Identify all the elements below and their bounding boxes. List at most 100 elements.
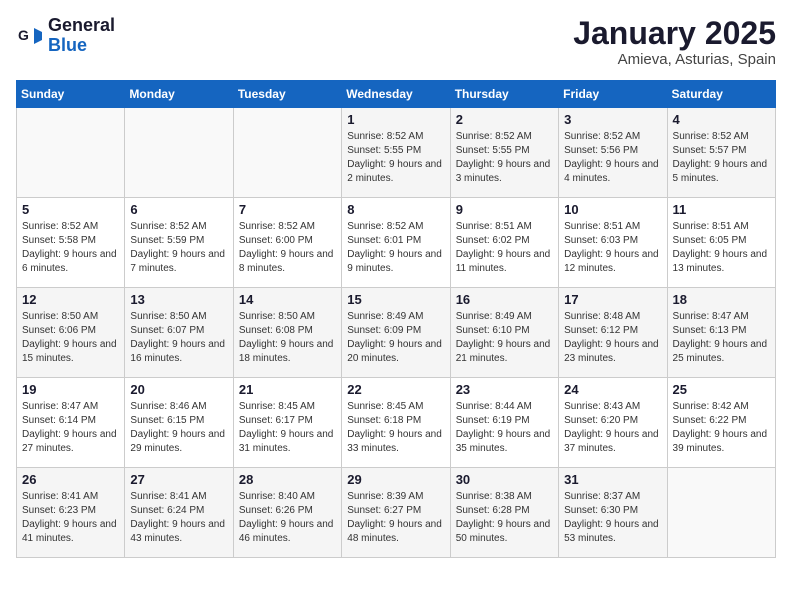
calendar-cell: 30 Sunrise: 8:38 AM Sunset: 6:28 PM Dayli… bbox=[450, 468, 558, 558]
day-number: 22 bbox=[347, 382, 444, 397]
day-number: 6 bbox=[130, 202, 227, 217]
calendar-cell bbox=[667, 468, 775, 558]
day-number: 3 bbox=[564, 112, 661, 127]
calendar-cell: 14Sunrise: 8:50 AM Sunset: 6:08 PM Dayli… bbox=[233, 288, 341, 378]
weekday-header-friday: Friday bbox=[559, 81, 667, 108]
day-detail: Sunrise: 8:51 AM Sunset: 6:02 PM Dayligh… bbox=[456, 220, 553, 276]
day-detail: Sunrise: 8:40 AM Sunset: 6:26 PM Dayligh… bbox=[239, 490, 336, 546]
day-detail: Sunrise: 8:52 AM Sunset: 6:01 PM Dayligh… bbox=[347, 220, 444, 276]
day-number: 21 bbox=[239, 382, 336, 397]
day-detail: Sunrise: 8:41 AM Sunset: 6:24 PM Dayligh… bbox=[130, 490, 227, 546]
day-number: 30 bbox=[456, 472, 553, 487]
calendar-week-row: 12 Sunrise: 8:50 AM Sunset: 6:06 PM Dayli… bbox=[17, 288, 776, 378]
calendar-cell: 12 Sunrise: 8:50 AM Sunset: 6:06 PM Dayli… bbox=[17, 288, 125, 378]
weekday-header-monday: Monday bbox=[125, 81, 233, 108]
calendar-cell: 17 Sunrise: 8:48 AM Sunset: 6:12 PM Dayli… bbox=[559, 288, 667, 378]
calendar-cell: 7Sunrise: 8:52 AM Sunset: 6:00 PM Daylig… bbox=[233, 198, 341, 288]
day-number: 23 bbox=[456, 382, 553, 397]
weekday-header-sunday: Sunday bbox=[17, 81, 125, 108]
day-number: 13 bbox=[130, 292, 227, 307]
day-detail: Sunrise: 8:49 AM Sunset: 6:09 PM Dayligh… bbox=[347, 310, 444, 366]
month-title: January 2025 bbox=[573, 16, 776, 51]
day-number: 29 bbox=[347, 472, 444, 487]
day-detail: Sunrise: 8:39 AM Sunset: 6:27 PM Dayligh… bbox=[347, 490, 444, 546]
day-number: 5 bbox=[22, 202, 119, 217]
weekday-header-row: SundayMondayTuesdayWednesdayThursdayFrid… bbox=[17, 81, 776, 108]
day-number: 7 bbox=[239, 202, 336, 217]
day-detail: Sunrise: 8:50 AM Sunset: 6:06 PM Dayligh… bbox=[22, 310, 119, 366]
weekday-header-wednesday: Wednesday bbox=[342, 81, 450, 108]
calendar-cell: 15 Sunrise: 8:49 AM Sunset: 6:09 PM Dayli… bbox=[342, 288, 450, 378]
calendar-cell: 19Sunrise: 8:47 AM Sunset: 6:14 PM Dayli… bbox=[17, 378, 125, 468]
day-detail: Sunrise: 8:41 AM Sunset: 6:23 PM Dayligh… bbox=[22, 490, 119, 546]
logo-icon: G bbox=[16, 22, 44, 50]
day-number: 31 bbox=[564, 472, 661, 487]
calendar-week-row: 1Sunrise: 8:52 AM Sunset: 5:55 PM Daylig… bbox=[17, 108, 776, 198]
logo: G General Blue bbox=[16, 16, 115, 56]
calendar-cell: 3 Sunrise: 8:52 AM Sunset: 5:56 PM Daylig… bbox=[559, 108, 667, 198]
calendar-cell: 31 Sunrise: 8:37 AM Sunset: 6:30 PM Dayli… bbox=[559, 468, 667, 558]
day-number: 16 bbox=[456, 292, 553, 307]
day-detail: Sunrise: 8:48 AM Sunset: 6:12 PM Dayligh… bbox=[564, 310, 661, 366]
day-number: 19 bbox=[22, 382, 119, 397]
logo-general-text: General bbox=[48, 15, 115, 35]
day-number: 28 bbox=[239, 472, 336, 487]
day-detail: Sunrise: 8:51 AM Sunset: 6:03 PM Dayligh… bbox=[564, 220, 661, 276]
calendar-cell: 10 Sunrise: 8:51 AM Sunset: 6:03 PM Dayli… bbox=[559, 198, 667, 288]
calendar-cell: 20Sunrise: 8:46 AM Sunset: 6:15 PM Dayli… bbox=[125, 378, 233, 468]
day-detail: Sunrise: 8:51 AM Sunset: 6:05 PM Dayligh… bbox=[673, 220, 770, 276]
logo-blue-text: Blue bbox=[48, 35, 87, 55]
day-detail: Sunrise: 8:52 AM Sunset: 5:57 PM Dayligh… bbox=[673, 130, 770, 186]
day-number: 17 bbox=[564, 292, 661, 307]
day-detail: Sunrise: 8:45 AM Sunset: 6:18 PM Dayligh… bbox=[347, 400, 444, 456]
weekday-header-thursday: Thursday bbox=[450, 81, 558, 108]
page-header: G General Blue January 2025 Amieva, Astu… bbox=[16, 16, 776, 68]
day-detail: Sunrise: 8:52 AM Sunset: 5:58 PM Dayligh… bbox=[22, 220, 119, 276]
calendar-cell: 6 Sunrise: 8:52 AM Sunset: 5:59 PM Daylig… bbox=[125, 198, 233, 288]
day-number: 14 bbox=[239, 292, 336, 307]
calendar-cell: 21Sunrise: 8:45 AM Sunset: 6:17 PM Dayli… bbox=[233, 378, 341, 468]
day-detail: Sunrise: 8:38 AM Sunset: 6:28 PM Dayligh… bbox=[456, 490, 553, 546]
weekday-header-saturday: Saturday bbox=[667, 81, 775, 108]
calendar-cell: 13 Sunrise: 8:50 AM Sunset: 6:07 PM Dayli… bbox=[125, 288, 233, 378]
calendar-cell: 16Sunrise: 8:49 AM Sunset: 6:10 PM Dayli… bbox=[450, 288, 558, 378]
calendar-header: SundayMondayTuesdayWednesdayThursdayFrid… bbox=[17, 81, 776, 108]
day-number: 9 bbox=[456, 202, 553, 217]
day-number: 2 bbox=[456, 112, 553, 127]
calendar-cell: 28 Sunrise: 8:40 AM Sunset: 6:26 PM Dayli… bbox=[233, 468, 341, 558]
day-number: 24 bbox=[564, 382, 661, 397]
day-number: 15 bbox=[347, 292, 444, 307]
calendar-cell: 24 Sunrise: 8:43 AM Sunset: 6:20 PM Dayli… bbox=[559, 378, 667, 468]
calendar-cell: 1Sunrise: 8:52 AM Sunset: 5:55 PM Daylig… bbox=[342, 108, 450, 198]
day-number: 4 bbox=[673, 112, 770, 127]
calendar-cell: 18Sunrise: 8:47 AM Sunset: 6:13 PM Dayli… bbox=[667, 288, 775, 378]
calendar-cell: 26 Sunrise: 8:41 AM Sunset: 6:23 PM Dayli… bbox=[17, 468, 125, 558]
day-detail: Sunrise: 8:50 AM Sunset: 6:07 PM Dayligh… bbox=[130, 310, 227, 366]
day-detail: Sunrise: 8:37 AM Sunset: 6:30 PM Dayligh… bbox=[564, 490, 661, 546]
calendar-cell: 27 Sunrise: 8:41 AM Sunset: 6:24 PM Dayli… bbox=[125, 468, 233, 558]
location: Amieva, Asturias, Spain bbox=[573, 51, 776, 68]
day-detail: Sunrise: 8:52 AM Sunset: 5:56 PM Dayligh… bbox=[564, 130, 661, 186]
title-block: January 2025 Amieva, Asturias, Spain bbox=[573, 16, 776, 68]
day-detail: Sunrise: 8:42 AM Sunset: 6:22 PM Dayligh… bbox=[673, 400, 770, 456]
day-number: 12 bbox=[22, 292, 119, 307]
day-detail: Sunrise: 8:52 AM Sunset: 5:55 PM Dayligh… bbox=[456, 130, 553, 186]
weekday-header-tuesday: Tuesday bbox=[233, 81, 341, 108]
calendar-cell: 4 Sunrise: 8:52 AM Sunset: 5:57 PM Daylig… bbox=[667, 108, 775, 198]
day-detail: Sunrise: 8:47 AM Sunset: 6:13 PM Dayligh… bbox=[673, 310, 770, 366]
calendar-cell: 8Sunrise: 8:52 AM Sunset: 6:01 PM Daylig… bbox=[342, 198, 450, 288]
day-number: 10 bbox=[564, 202, 661, 217]
calendar-week-row: 26 Sunrise: 8:41 AM Sunset: 6:23 PM Dayli… bbox=[17, 468, 776, 558]
day-number: 27 bbox=[130, 472, 227, 487]
day-detail: Sunrise: 8:46 AM Sunset: 6:15 PM Dayligh… bbox=[130, 400, 227, 456]
calendar-table: SundayMondayTuesdayWednesdayThursdayFrid… bbox=[16, 80, 776, 558]
calendar-cell: 23 Sunrise: 8:44 AM Sunset: 6:19 PM Dayli… bbox=[450, 378, 558, 468]
day-number: 11 bbox=[673, 202, 770, 217]
day-detail: Sunrise: 8:52 AM Sunset: 5:55 PM Dayligh… bbox=[347, 130, 444, 186]
calendar-cell: 22 Sunrise: 8:45 AM Sunset: 6:18 PM Dayli… bbox=[342, 378, 450, 468]
calendar-cell: 2 Sunrise: 8:52 AM Sunset: 5:55 PM Daylig… bbox=[450, 108, 558, 198]
day-detail: Sunrise: 8:44 AM Sunset: 6:19 PM Dayligh… bbox=[456, 400, 553, 456]
day-detail: Sunrise: 8:52 AM Sunset: 5:59 PM Dayligh… bbox=[130, 220, 227, 276]
day-number: 26 bbox=[22, 472, 119, 487]
day-detail: Sunrise: 8:43 AM Sunset: 6:20 PM Dayligh… bbox=[564, 400, 661, 456]
